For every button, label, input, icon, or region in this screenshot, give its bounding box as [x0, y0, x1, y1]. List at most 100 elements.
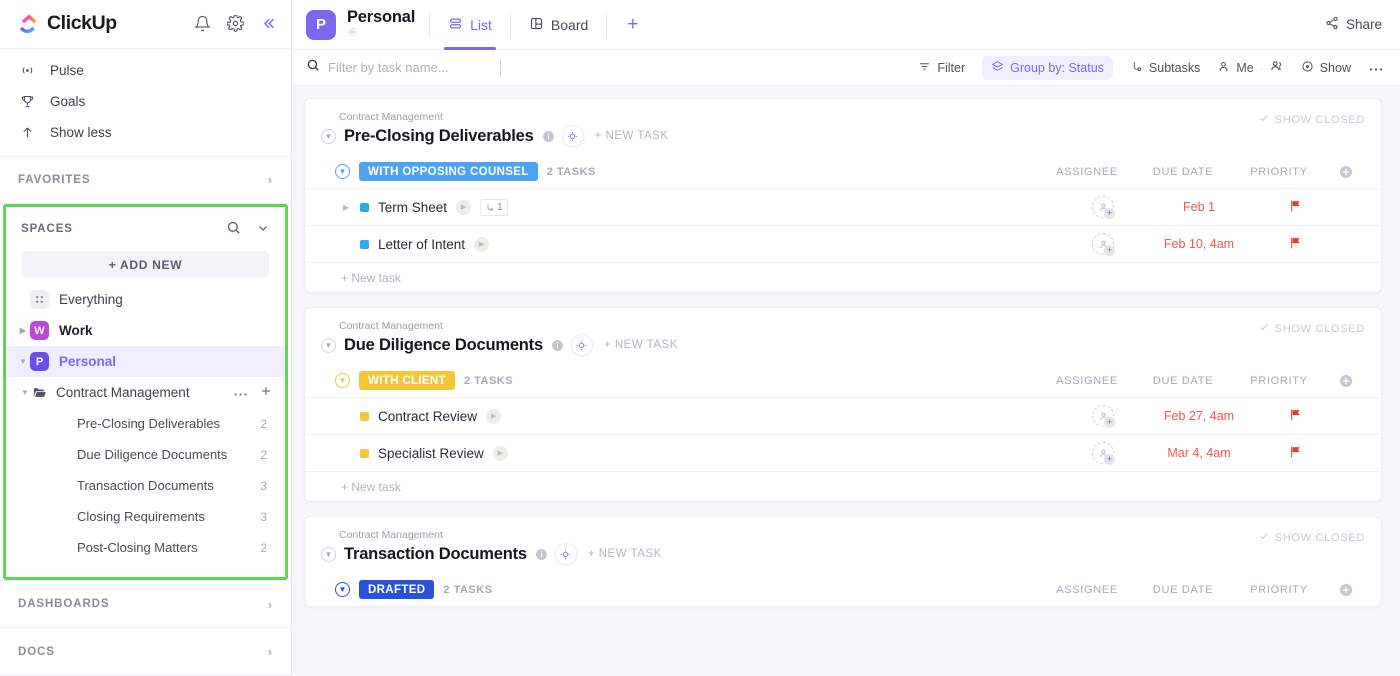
subtask-count-chip[interactable]: 1: [480, 198, 508, 216]
list-item-due-diligence-documents[interactable]: Due Diligence Documents 2: [6, 439, 285, 470]
start-timer-icon[interactable]: ▶: [456, 199, 472, 215]
tab-board[interactable]: Board: [525, 0, 592, 50]
sidebar-section-dashboards[interactable]: DASHBOARDS ›: [0, 580, 291, 628]
search-box[interactable]: [306, 58, 501, 77]
collapse-list-icon[interactable]: ▼: [321, 337, 336, 353]
folder-contract-management[interactable]: ▼ Contract Management: [6, 377, 285, 408]
ai-assistant-icon[interactable]: [555, 544, 576, 564]
expand-subtasks-icon[interactable]: ▶: [341, 203, 351, 212]
add-column-icon[interactable]: [1327, 582, 1365, 598]
table-row[interactable]: Specialist Review ▶ + Mar 4, 4am: [305, 434, 1381, 471]
priority-cell[interactable]: [1247, 199, 1343, 216]
table-row[interactable]: Contract Review ▶ + Feb 27, 4am: [305, 397, 1381, 434]
new-task-button[interactable]: + NEW TASK: [595, 130, 669, 142]
space-item-personal[interactable]: ▼ P Personal: [6, 346, 285, 377]
subtasks-button[interactable]: Subtasks: [1130, 60, 1200, 76]
group-by-button[interactable]: Group by: Status: [982, 55, 1113, 80]
assignee-placeholder-icon[interactable]: +: [1092, 442, 1115, 465]
collapse-sidebar-icon[interactable]: [260, 15, 277, 32]
sidebar-section-docs[interactable]: DOCS ›: [0, 628, 291, 676]
project-avatar[interactable]: P: [306, 9, 336, 40]
show-closed-toggle[interactable]: SHOW CLOSED: [1259, 322, 1365, 335]
sidebar-item-show-less[interactable]: Show less: [0, 117, 291, 148]
collapse-group-icon[interactable]: ▼: [335, 164, 350, 179]
assignee-cell[interactable]: +: [1055, 442, 1151, 465]
add-column-icon[interactable]: [1327, 164, 1365, 180]
due-date-cell[interactable]: Mar 4, 4am: [1151, 446, 1247, 460]
task-status-square[interactable]: [360, 411, 369, 421]
start-timer-icon[interactable]: ▶: [474, 236, 490, 252]
sidebar-item-pulse[interactable]: Pulse: [0, 55, 291, 86]
list-item-post-closing-matters[interactable]: Post-Closing Matters 2: [6, 532, 285, 563]
more-options-button[interactable]: [1368, 61, 1384, 75]
collapse-list-icon[interactable]: ▼: [321, 546, 336, 562]
status-badge[interactable]: WITH CLIENT: [359, 371, 455, 390]
settings-gear-icon[interactable]: [227, 15, 244, 33]
task-name[interactable]: Letter of Intent: [378, 237, 465, 252]
info-icon[interactable]: [542, 130, 555, 143]
tab-list[interactable]: List: [444, 0, 496, 50]
clickup-logo[interactable]: ClickUp: [18, 12, 117, 35]
status-badge[interactable]: WITH OPPOSING COUNSEL: [359, 162, 538, 181]
task-status-square[interactable]: [360, 448, 369, 458]
collapse-group-icon[interactable]: ▼: [335, 373, 350, 388]
space-item-everything[interactable]: Everything: [6, 284, 285, 315]
filter-button[interactable]: Filter: [918, 60, 965, 76]
new-task-button[interactable]: + NEW TASK: [588, 548, 662, 560]
show-closed-toggle[interactable]: SHOW CLOSED: [1259, 531, 1365, 544]
start-timer-icon[interactable]: ▶: [486, 408, 502, 424]
me-filter-button[interactable]: Me ·: [1217, 59, 1283, 76]
notifications-bell-icon[interactable]: [194, 15, 211, 32]
assignee-cell[interactable]: +: [1055, 196, 1151, 219]
share-button[interactable]: Share: [1325, 16, 1382, 33]
ai-assistant-icon[interactable]: [562, 126, 583, 146]
task-status-square[interactable]: [360, 202, 369, 212]
priority-flag-icon[interactable]: [1289, 408, 1302, 425]
list-item-closing-requirements[interactable]: Closing Requirements 3: [6, 501, 285, 532]
due-date-value[interactable]: Mar 4, 4am: [1167, 446, 1230, 460]
show-closed-toggle[interactable]: SHOW CLOSED: [1259, 113, 1365, 126]
add-assignee-icon[interactable]: +: [1104, 454, 1115, 465]
project-settings-icon[interactable]: [347, 27, 415, 40]
priority-flag-icon[interactable]: [1289, 199, 1302, 216]
list-item-transaction-documents[interactable]: Transaction Documents 3: [6, 470, 285, 501]
spaces-chevron-down-icon[interactable]: [257, 222, 269, 237]
priority-flag-icon[interactable]: [1289, 445, 1302, 462]
priority-flag-icon[interactable]: [1289, 236, 1302, 253]
due-date-cell[interactable]: Feb 1: [1151, 200, 1247, 214]
priority-cell[interactable]: [1247, 445, 1343, 462]
ai-assistant-icon[interactable]: [571, 335, 592, 355]
space-twisty-collapsed-icon[interactable]: ▶: [16, 326, 30, 335]
add-assignee-icon[interactable]: +: [1104, 245, 1115, 256]
assignee-placeholder-icon[interactable]: +: [1092, 405, 1115, 428]
new-task-row[interactable]: + New task: [305, 471, 1381, 501]
collapse-list-icon[interactable]: ▼: [321, 128, 336, 144]
folder-more-icon[interactable]: [233, 385, 248, 400]
task-name[interactable]: Term Sheet: [378, 200, 447, 215]
folder-twisty-expanded-icon[interactable]: ▼: [18, 388, 32, 397]
task-name[interactable]: Specialist Review: [378, 446, 484, 461]
priority-cell[interactable]: [1247, 236, 1343, 253]
due-date-value[interactable]: Feb 10, 4am: [1164, 237, 1234, 251]
table-row[interactable]: ▶ Term Sheet ▶ 1 + Feb 1: [305, 188, 1381, 225]
assignee-placeholder-icon[interactable]: +: [1092, 196, 1115, 219]
task-name[interactable]: Contract Review: [378, 409, 477, 424]
due-date-value[interactable]: Feb 27, 4am: [1164, 409, 1234, 423]
due-date-value[interactable]: Feb 1: [1183, 200, 1215, 214]
table-row[interactable]: Letter of Intent ▶ + Feb 10, 4am: [305, 225, 1381, 262]
info-icon[interactable]: [535, 548, 548, 561]
add-view-button[interactable]: +: [621, 14, 644, 36]
new-task-row[interactable]: + New task: [305, 262, 1381, 292]
add-assignee-icon[interactable]: +: [1104, 208, 1115, 219]
task-status-square[interactable]: [360, 239, 369, 249]
assignee-cell[interactable]: +: [1055, 405, 1151, 428]
due-date-cell[interactable]: Feb 10, 4am: [1151, 237, 1247, 251]
assignee-cell[interactable]: +: [1055, 233, 1151, 256]
add-assignee-icon[interactable]: +: [1104, 417, 1115, 428]
people-icon[interactable]: [1270, 59, 1284, 76]
new-task-button[interactable]: + NEW TASK: [604, 339, 678, 351]
list-item-pre-closing-deliverables[interactable]: Pre-Closing Deliverables 2: [6, 408, 285, 439]
show-button[interactable]: Show: [1301, 60, 1351, 76]
sidebar-section-favorites[interactable]: FAVORITES ›: [0, 157, 291, 204]
info-icon[interactable]: [551, 339, 564, 352]
